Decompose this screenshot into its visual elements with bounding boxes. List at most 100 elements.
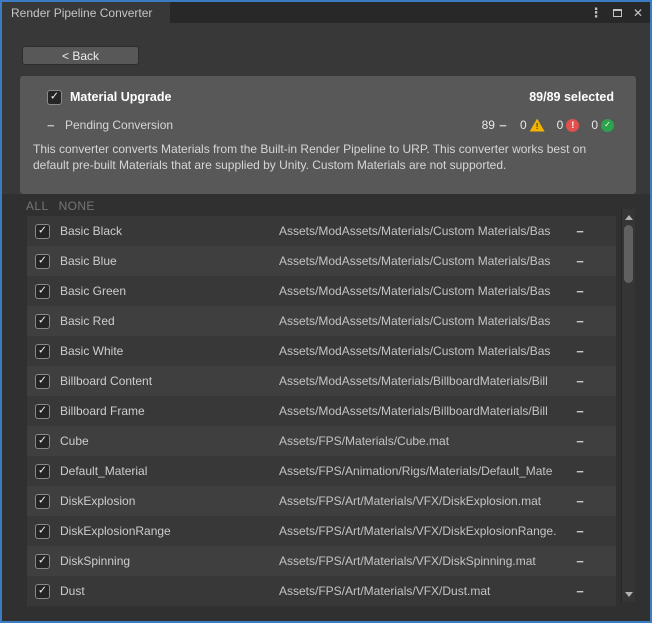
select-all-link[interactable]: ALL — [26, 199, 49, 213]
material-path: Assets/ModAssets/Materials/BillboardMate… — [279, 404, 567, 418]
material-row[interactable]: ✓ Cube Assets/FPS/Materials/Cube.mat − — [27, 426, 616, 456]
checkmark-icon: ✓ — [38, 315, 47, 326]
status-dash-icon: − — [570, 374, 590, 389]
pending-conversion-row: − Pending Conversion 89−0!0!0✓ — [47, 117, 614, 133]
status-dash-icon: − — [570, 584, 590, 599]
converter-title: Material Upgrade — [70, 90, 171, 104]
material-row[interactable]: ✓ Billboard Frame Assets/ModAssets/Mater… — [27, 396, 616, 426]
scroll-up-icon[interactable] — [622, 211, 636, 223]
material-row[interactable]: ✓ DiskExplosion Assets/FPS/Art/Materials… — [27, 486, 616, 516]
row-checkbox[interactable]: ✓ — [35, 284, 50, 299]
titlebar: Render Pipeline Converter ⋮ ✕ — [2, 2, 650, 23]
materials-list: ✓ Basic Black Assets/ModAssets/Materials… — [27, 216, 616, 606]
scrollbar-thumb[interactable] — [624, 225, 633, 283]
checkmark-icon: ✓ — [38, 375, 47, 386]
back-button[interactable]: < Back — [22, 46, 139, 65]
status-dash-icon: − — [570, 224, 590, 239]
checkmark-icon: ✓ — [38, 495, 47, 506]
tab-render-pipeline-converter[interactable]: Render Pipeline Converter — [2, 2, 170, 23]
row-checkbox[interactable]: ✓ — [35, 524, 50, 539]
status-dash-icon: − — [570, 494, 590, 509]
material-row[interactable]: ✓ Basic White Assets/ModAssets/Materials… — [27, 336, 616, 366]
pending-count-success: 0✓ — [591, 118, 614, 132]
material-row[interactable]: ✓ Basic Red Assets/ModAssets/Materials/C… — [27, 306, 616, 336]
converter-description: This converter converts Materials from t… — [33, 142, 621, 173]
maximize-icon[interactable] — [611, 6, 623, 20]
error-icon: ! — [566, 119, 579, 132]
material-row[interactable]: ✓ Basic Blue Assets/ModAssets/Materials/… — [27, 246, 616, 276]
material-name: Basic Black — [60, 224, 122, 238]
row-checkbox[interactable]: ✓ — [35, 224, 50, 239]
row-checkbox[interactable]: ✓ — [35, 464, 50, 479]
select-none-link[interactable]: NONE — [59, 199, 95, 213]
material-path: Assets/ModAssets/Materials/BillboardMate… — [279, 374, 567, 388]
row-checkbox[interactable]: ✓ — [35, 404, 50, 419]
vertical-scrollbar[interactable] — [621, 209, 635, 602]
window-menu-icon[interactable]: ⋮ — [590, 6, 602, 20]
checkmark-icon: ✓ — [38, 285, 47, 296]
material-path: Assets/ModAssets/Materials/Custom Materi… — [279, 314, 567, 328]
material-row[interactable]: ✓ Basic Green Assets/ModAssets/Materials… — [27, 276, 616, 306]
pending-dash-icon: − — [47, 118, 62, 133]
material-path: Assets/FPS/Art/Materials/VFX/Dust.mat — [279, 584, 567, 598]
checkmark-icon: ✓ — [38, 255, 47, 266]
pending-count-dash: 89− — [482, 118, 508, 132]
material-path: Assets/FPS/Art/Materials/VFX/DiskExplosi… — [279, 524, 567, 538]
status-dash-icon: − — [570, 554, 590, 569]
material-path: Assets/FPS/Art/Materials/VFX/DiskExplosi… — [279, 494, 567, 508]
selected-count-label: 89/89 selected — [529, 90, 614, 104]
row-checkbox[interactable]: ✓ — [35, 554, 50, 569]
checkmark-icon: ✓ — [38, 465, 47, 476]
material-name: DiskExplosionRange — [60, 524, 171, 538]
dash-icon: − — [498, 119, 508, 132]
row-checkbox[interactable]: ✓ — [35, 434, 50, 449]
material-name: Default_Material — [60, 464, 147, 478]
checkmark-icon: ✓ — [38, 555, 47, 566]
material-path: Assets/ModAssets/Materials/Custom Materi… — [279, 254, 567, 268]
row-checkbox[interactable]: ✓ — [35, 344, 50, 359]
material-row[interactable]: ✓ Billboard Content Assets/ModAssets/Mat… — [27, 366, 616, 396]
material-path: Assets/ModAssets/Materials/Custom Materi… — [279, 344, 567, 358]
row-checkbox[interactable]: ✓ — [35, 314, 50, 329]
warning-icon: ! — [530, 119, 545, 132]
material-name: DiskExplosion — [60, 494, 135, 508]
material-path: Assets/ModAssets/Materials/Custom Materi… — [279, 284, 567, 298]
checkmark-icon: ✓ — [38, 525, 47, 536]
material-row[interactable]: ✓ DiskExplosionRange Assets/FPS/Art/Mate… — [27, 516, 616, 546]
count-value: 89 — [482, 118, 495, 132]
success-icon: ✓ — [601, 119, 614, 132]
checkmark-icon: ✓ — [50, 91, 59, 102]
row-checkbox[interactable]: ✓ — [35, 584, 50, 599]
checkmark-icon: ✓ — [38, 435, 47, 446]
scroll-down-icon[interactable] — [622, 588, 636, 600]
count-value: 0 — [520, 118, 527, 132]
pending-conversion-label: Pending Conversion — [65, 118, 173, 132]
row-checkbox[interactable]: ✓ — [35, 494, 50, 509]
material-upgrade-checkbox[interactable]: ✓ — [47, 90, 62, 105]
count-value: 0 — [557, 118, 564, 132]
material-row[interactable]: ✓ DiskSpinning Assets/FPS/Art/Materials/… — [27, 546, 616, 576]
window-controls: ⋮ ✕ — [590, 2, 644, 23]
material-name: Basic Green — [60, 284, 126, 298]
converter-header: ✓ Material Upgrade 89/89 selected — [47, 89, 614, 105]
material-row[interactable]: ✓ Dust Assets/FPS/Art/Materials/VFX/Dust… — [27, 576, 616, 606]
material-name: Billboard Content — [60, 374, 152, 388]
status-dash-icon: − — [570, 284, 590, 299]
material-path: Assets/FPS/Art/Materials/VFX/DiskSpinnin… — [279, 554, 567, 568]
material-name: Basic Blue — [60, 254, 117, 268]
row-checkbox[interactable]: ✓ — [35, 374, 50, 389]
close-icon[interactable]: ✕ — [632, 6, 644, 20]
status-dash-icon: − — [570, 254, 590, 269]
status-dash-icon: − — [570, 464, 590, 479]
material-name: Dust — [60, 584, 85, 598]
material-row[interactable]: ✓ Default_Material Assets/FPS/Animation/… — [27, 456, 616, 486]
selection-links: ALL NONE — [26, 199, 95, 213]
material-name: Billboard Frame — [60, 404, 145, 418]
pending-count-error: 0! — [557, 118, 580, 132]
material-path: Assets/FPS/Animation/Rigs/Materials/Defa… — [279, 464, 567, 478]
converter-panel: ✓ Material Upgrade 89/89 selected − Pend… — [20, 76, 636, 194]
checkmark-icon: ✓ — [38, 225, 47, 236]
material-row[interactable]: ✓ Basic Black Assets/ModAssets/Materials… — [27, 216, 616, 246]
row-checkbox[interactable]: ✓ — [35, 254, 50, 269]
material-name: Basic Red — [60, 314, 115, 328]
